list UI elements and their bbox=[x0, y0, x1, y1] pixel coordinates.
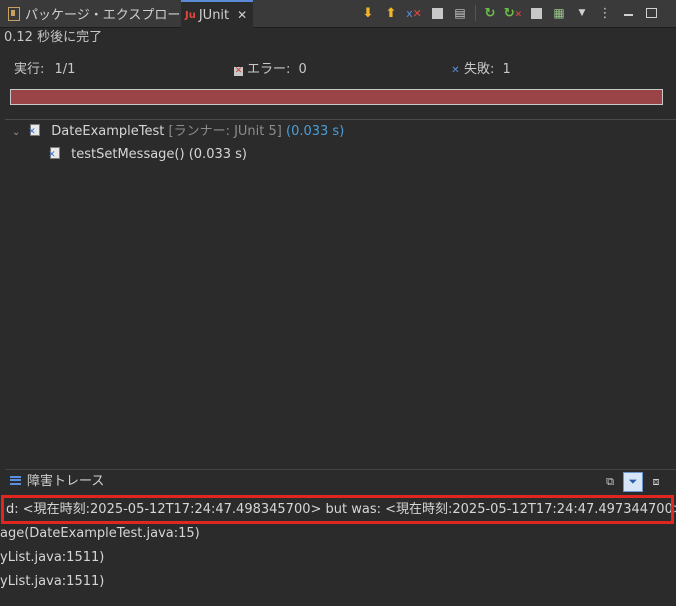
junit-toolbar: ⬇ ⬆ x✕ ▤ ↻ ↻✕ ▦ ▼ ⋮ bbox=[357, 1, 662, 25]
trace-line[interactable]: yList.java:1511) bbox=[0, 546, 104, 570]
trace-line[interactable]: yList.java:1511) bbox=[0, 570, 104, 594]
minimize-icon bbox=[623, 14, 633, 16]
view-tab-bar: パッケージ・エクスプローラー Ju JUnit ✕ ⬇ ⬆ x✕ ▤ ↻ ↻✕ … bbox=[0, 0, 676, 28]
show-failures-only-button[interactable]: x✕ bbox=[403, 2, 425, 24]
test-tree: ⌄ ✕ DateExampleTest [ランナー: JUnit 5] (0.0… bbox=[0, 121, 676, 461]
stop-icon bbox=[530, 7, 542, 19]
arrow-up-icon: ⬆ bbox=[385, 5, 397, 21]
next-failure-button[interactable]: ⬇ bbox=[357, 2, 379, 24]
chevron-down-icon: ▼ bbox=[578, 8, 586, 18]
errors-label: エラー: bbox=[247, 62, 291, 77]
runs-value: 1/1 bbox=[54, 62, 76, 77]
failures-label: 失敗: bbox=[464, 62, 495, 77]
tab-package-explorer[interactable]: パッケージ・エクスプローラー bbox=[8, 0, 206, 27]
divider bbox=[5, 469, 676, 470]
stack-trace-icon bbox=[10, 476, 21, 485]
failure-trace-list: d: <現在時刻:2025-05-12T17:24:47.498345700> … bbox=[0, 495, 676, 606]
scroll-lock-icon bbox=[431, 7, 443, 19]
chevron-down-icon[interactable]: ⌄ bbox=[12, 123, 24, 143]
runs-counter: 実行: 1/1 bbox=[14, 59, 75, 81]
tab-package-explorer-label: パッケージ・エクスプローラー bbox=[25, 8, 207, 23]
copy-icon: ⧈ bbox=[652, 475, 660, 488]
trace-line-message[interactable]: d: <現在時刻:2025-05-12T17:24:47.498345700> … bbox=[6, 498, 676, 522]
failure-trace-toolbar: ⧉ ⏷ ⧈ bbox=[600, 471, 666, 493]
maximize-icon bbox=[645, 8, 657, 18]
test-counters: 実行: 1/1 ✕ エラー: 0 ✕ 失敗: 1 bbox=[0, 59, 676, 81]
tab-junit-label: JUnit bbox=[198, 7, 230, 23]
toolbar-separator bbox=[472, 2, 478, 24]
test-failed-icon: ✕ bbox=[48, 147, 62, 160]
rerun-failed-icon: ↻✕ bbox=[503, 5, 523, 21]
filter-icon: ⏷ bbox=[628, 475, 638, 488]
divider bbox=[5, 119, 676, 120]
suite-runner: [ランナー: JUnit 5] bbox=[168, 124, 282, 139]
failure-trace-label: 障害トレース bbox=[27, 474, 105, 489]
compare-result-button[interactable]: ⧉ bbox=[600, 472, 620, 492]
test-name: testSetMessage() bbox=[71, 147, 185, 162]
tree-item-suite[interactable]: ⌄ ✕ DateExampleTest [ランナー: JUnit 5] (0.0… bbox=[12, 122, 344, 142]
tab-junit[interactable]: Ju JUnit ✕ bbox=[181, 0, 254, 28]
trace-line[interactable]: age(DateExampleTest.java:15) bbox=[0, 522, 200, 546]
rerun-failed-first-button[interactable]: ↻✕ bbox=[502, 2, 524, 24]
junit-icon: Ju bbox=[185, 9, 196, 21]
scroll-lock-button[interactable] bbox=[426, 2, 448, 24]
test-progress-bar bbox=[10, 89, 663, 105]
failures-filter-icon: x✕ bbox=[406, 6, 422, 20]
history-button[interactable]: ▤ bbox=[449, 2, 471, 24]
failure-icon: ✕ bbox=[451, 65, 460, 76]
history-dropdown-button[interactable]: ▼ bbox=[571, 2, 593, 24]
failures-counter: ✕ 失敗: 1 bbox=[451, 59, 511, 81]
view-menu-button[interactable]: ⋮ bbox=[594, 2, 616, 24]
stop-button[interactable] bbox=[525, 2, 547, 24]
more-vertical-icon: ⋮ bbox=[598, 5, 612, 21]
test-run-history-button[interactable]: ▦ bbox=[548, 2, 570, 24]
run-status-text: 0.12 秒後に完了 bbox=[4, 30, 103, 45]
close-icon[interactable]: ✕ bbox=[237, 8, 247, 22]
filter-stack-button[interactable]: ⏷ bbox=[623, 472, 643, 492]
package-explorer-icon bbox=[8, 6, 20, 21]
runs-label: 実行: bbox=[14, 62, 45, 77]
failure-trace-title: 障害トレース bbox=[10, 471, 104, 493]
tree-item-test[interactable]: ✕ testSetMessage() (0.033 s) bbox=[48, 145, 247, 165]
suite-name: DateExampleTest bbox=[51, 124, 165, 139]
maximize-button[interactable] bbox=[640, 2, 662, 24]
arrow-down-icon: ⬇ bbox=[362, 5, 374, 21]
previous-failure-button[interactable]: ⬆ bbox=[380, 2, 402, 24]
failures-value: 1 bbox=[502, 62, 511, 77]
rerun-icon: ↻ bbox=[484, 5, 496, 21]
rerun-test-button[interactable]: ↻ bbox=[479, 2, 501, 24]
test-suite-failed-icon: ✕ bbox=[28, 124, 42, 137]
error-icon: ✕ bbox=[234, 66, 243, 76]
copy-trace-button[interactable]: ⧈ bbox=[646, 472, 666, 492]
history-icon: ▤ bbox=[454, 6, 466, 20]
junit-view: パッケージ・エクスプローラー Ju JUnit ✕ ⬇ ⬆ x✕ ▤ ↻ ↻✕ … bbox=[0, 0, 676, 606]
failure-trace-header: 障害トレース ⧉ ⏷ ⧈ bbox=[0, 471, 676, 493]
compare-icon: ⧉ bbox=[606, 475, 614, 488]
minimize-button[interactable] bbox=[617, 2, 639, 24]
suite-time: (0.033 s) bbox=[286, 124, 345, 139]
errors-value: 0 bbox=[298, 62, 307, 77]
errors-counter: ✕ エラー: 0 bbox=[234, 59, 307, 81]
test-history-icon: ▦ bbox=[553, 6, 565, 20]
test-time: (0.033 s) bbox=[188, 147, 247, 162]
